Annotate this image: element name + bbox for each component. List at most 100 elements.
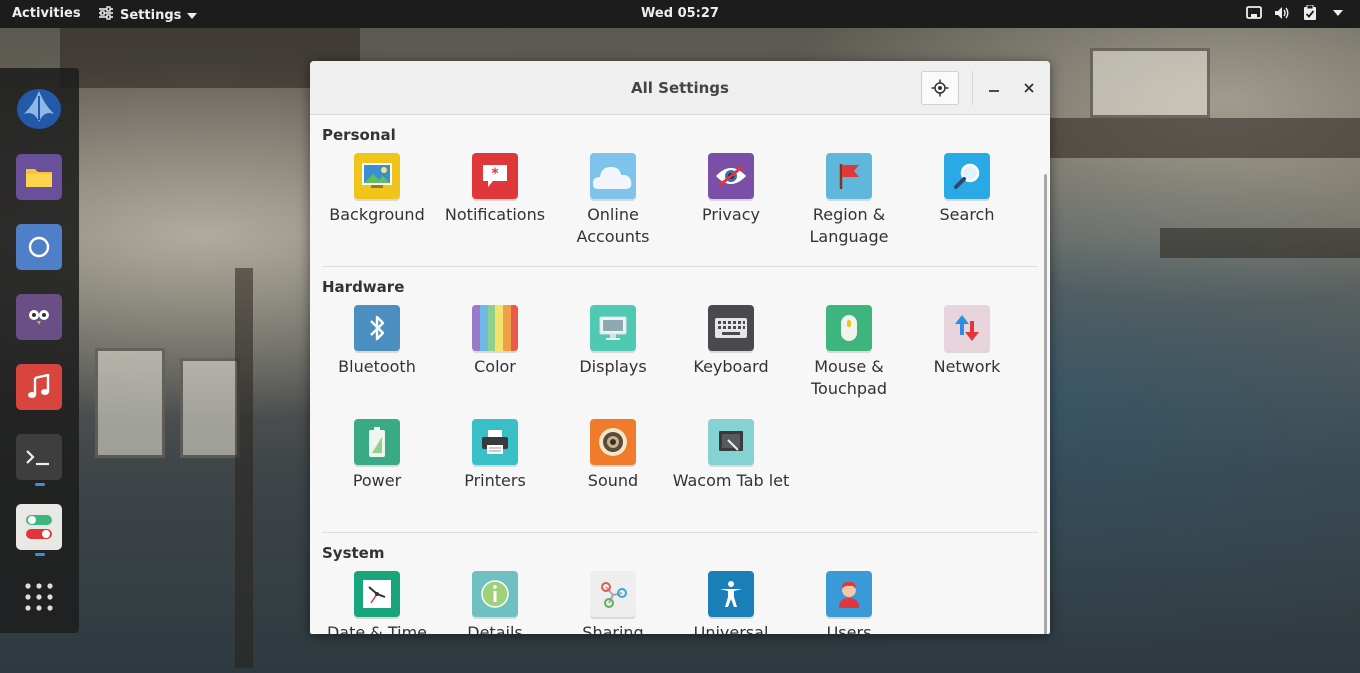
elementary-logo-icon	[17, 89, 61, 129]
settings-item-label: Universal	[693, 623, 769, 634]
settings-item-label: Online Accounts	[576, 205, 650, 246]
dock-item-terminal[interactable]	[16, 434, 62, 480]
system-menu-chevron-icon[interactable]	[1330, 5, 1346, 21]
close-button[interactable]	[1019, 78, 1039, 98]
settings-item-label: Printers	[464, 471, 526, 490]
online-accounts-icon	[590, 153, 636, 199]
settings-item-keyboard[interactable]: Keyboard	[672, 305, 790, 405]
settings-item-bluetooth[interactable]: Bluetooth	[318, 305, 436, 405]
close-icon	[1024, 83, 1034, 93]
section-divider	[322, 532, 1038, 533]
section-title-hardware: Hardware	[322, 278, 405, 296]
crosshair-icon	[931, 79, 949, 97]
app-menu-label: Settings	[120, 7, 182, 23]
settings-item-mouse-touchpad[interactable]: Mouse & Touchpad	[790, 305, 908, 405]
dock-item-music[interactable]	[16, 364, 62, 410]
settings-item-date-time[interactable]: Date & Time	[318, 571, 436, 634]
settings-window: All Settings Personal Background * Notif…	[310, 61, 1050, 634]
settings-item-universal-access[interactable]: Universal	[672, 571, 790, 634]
settings-item-label: Keyboard	[693, 357, 769, 376]
settings-item-label: Background	[329, 205, 425, 224]
dock-item-appcenter[interactable]	[16, 84, 62, 130]
settings-item-label: Wacom Tab let	[672, 471, 790, 490]
settings-item-label: Details	[467, 623, 523, 634]
locate-button[interactable]	[921, 71, 959, 105]
volume-icon[interactable]	[1274, 5, 1290, 21]
notifications-icon: *	[472, 153, 518, 199]
network-wired-icon[interactable]	[1246, 5, 1262, 21]
background-icon	[354, 153, 400, 199]
info-icon	[472, 571, 518, 617]
settings-item-label: Network	[933, 357, 1001, 376]
region-flag-icon	[826, 153, 872, 199]
dock-item-files[interactable]	[16, 154, 62, 200]
settings-item-region-language[interactable]: Region & Language	[790, 153, 908, 253]
clock[interactable]: Wed 05:27	[641, 6, 719, 21]
dock-item-twitter-client[interactable]	[16, 294, 62, 340]
settings-item-users[interactable]: Users	[790, 571, 908, 634]
settings-item-label: Bluetooth	[338, 357, 416, 376]
app-menu[interactable]: Settings	[98, 6, 198, 24]
terminal-icon	[26, 450, 49, 466]
titlebar: All Settings	[310, 61, 1050, 115]
browser-icon	[28, 236, 50, 258]
settings-item-label: Displays	[579, 357, 647, 376]
bluetooth-icon	[354, 305, 400, 351]
sliders-icon	[98, 6, 114, 24]
keyboard-icon	[708, 305, 754, 351]
settings-item-label: Notifications	[444, 205, 546, 224]
running-indicator	[35, 483, 45, 486]
section-title-personal: Personal	[322, 126, 396, 144]
dock-item-browser[interactable]	[16, 224, 62, 270]
activities-button[interactable]: Activities	[12, 6, 81, 21]
minimize-icon	[989, 90, 999, 92]
settings-item-power[interactable]: Power	[318, 419, 436, 519]
universal-access-icon	[708, 571, 754, 617]
app-grid-icon	[25, 583, 53, 611]
privacy-icon	[708, 153, 754, 199]
settings-item-printers[interactable]: Printers	[436, 419, 554, 519]
titlebar-separator	[972, 71, 973, 105]
music-note-icon	[28, 374, 50, 398]
folder-icon	[26, 169, 52, 187]
search-icon	[944, 153, 990, 199]
svg-text:*: *	[491, 166, 499, 182]
settings-item-label: Date & Time	[326, 623, 428, 634]
dock	[0, 68, 79, 633]
section-divider	[322, 266, 1038, 267]
settings-item-privacy[interactable]: Privacy	[672, 153, 790, 253]
settings-item-search[interactable]: Search	[908, 153, 1026, 253]
battery-icon	[354, 419, 400, 465]
settings-item-online-accounts[interactable]: Online Accounts	[554, 153, 672, 253]
settings-content[interactable]: Personal Background * Notifications Onli…	[310, 116, 1050, 634]
speaker-icon	[590, 419, 636, 465]
running-indicator	[35, 553, 45, 556]
clipboard-check-icon[interactable]	[1302, 5, 1318, 21]
minimize-button[interactable]	[984, 78, 1004, 98]
dock-item-settings[interactable]	[16, 504, 62, 550]
settings-item-color[interactable]: Color	[436, 305, 554, 405]
settings-item-network[interactable]: Network	[908, 305, 1026, 405]
settings-item-sharing[interactable]: Sharing	[554, 571, 672, 634]
top-panel: Activities Settings Wed 05:27	[0, 0, 1360, 28]
settings-item-displays[interactable]: Displays	[554, 305, 672, 405]
settings-item-label: Region & Language	[809, 205, 889, 246]
printer-icon	[472, 419, 518, 465]
switches-icon	[26, 515, 52, 539]
clock-icon	[354, 571, 400, 617]
settings-item-wacom-tablet[interactable]: Wacom Tab let	[672, 419, 790, 519]
network-arrows-icon	[944, 305, 990, 351]
settings-item-details[interactable]: Details	[436, 571, 554, 634]
settings-item-sound[interactable]: Sound	[554, 419, 672, 519]
settings-item-label: Color	[474, 357, 516, 376]
show-applications-button[interactable]	[16, 574, 62, 620]
settings-item-background[interactable]: Background	[318, 153, 436, 253]
tablet-icon	[708, 419, 754, 465]
displays-icon	[590, 305, 636, 351]
scrollbar[interactable]	[1044, 174, 1047, 634]
settings-item-label: Users	[826, 623, 872, 634]
settings-item-label: Search	[939, 205, 995, 224]
owl-icon	[29, 310, 49, 325]
settings-item-notifications[interactable]: * Notifications	[436, 153, 554, 253]
section-title-system: System	[322, 544, 385, 562]
